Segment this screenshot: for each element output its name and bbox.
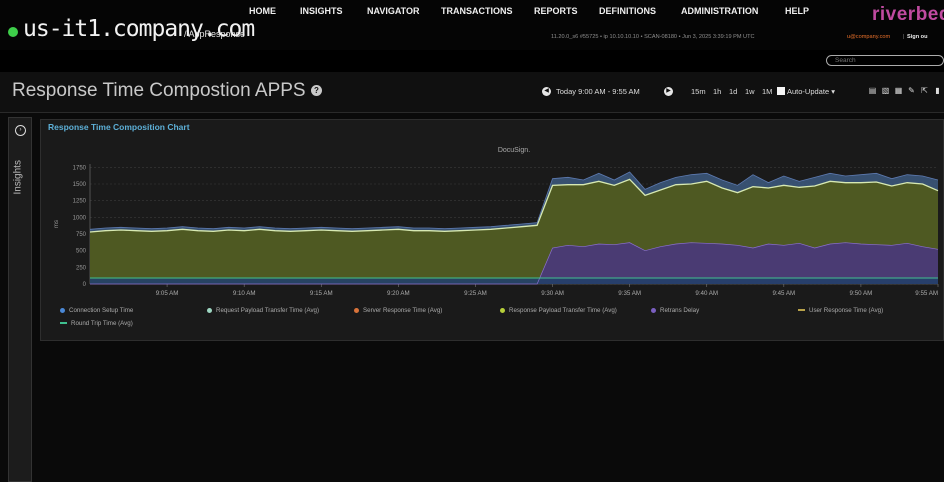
legend-item[interactable]: Response Payload Transfer Time (Avg) — [500, 307, 617, 314]
x-tick-label: 9:05 AM — [156, 290, 179, 297]
legend-marker — [60, 307, 65, 313]
range-option-1w[interactable]: 1w — [745, 87, 755, 96]
header-separator: | — [903, 34, 905, 40]
x-tick-label: 9:20 AM — [387, 290, 410, 297]
y-tick-label: 750 — [76, 232, 87, 238]
user-link[interactable]: u@company.com — [847, 34, 890, 40]
chart-title: DocuSign. — [498, 147, 530, 154]
time-next-icon[interactable]: ▶ — [664, 87, 673, 96]
y-tick-label: 1750 — [73, 165, 87, 171]
time-range-label[interactable]: Today 9:00 AM - 9:55 AM — [556, 87, 640, 96]
main-nav — [0, 50, 944, 73]
time-prev-icon[interactable]: ◀ — [542, 87, 551, 96]
x-tick-label: 9:55 AM — [915, 290, 938, 297]
legend-item[interactable]: User Response Time (Avg) — [798, 307, 883, 314]
brand-logo: riverbed — [872, 4, 944, 25]
x-tick-label: 9:30 AM — [541, 290, 564, 297]
legend-item[interactable]: Server Response Time (Avg) — [354, 307, 442, 314]
range-option-1d[interactable]: 1d — [729, 87, 737, 96]
x-tick-label: 9:45 AM — [772, 290, 795, 297]
nav-reports[interactable]: REPORTS — [534, 6, 578, 16]
legend-marker — [798, 309, 805, 312]
legend-label: User Response Time (Avg) — [809, 307, 884, 314]
legend-label: Request Payload Transfer Time (Avg) — [216, 307, 320, 314]
range-option-15m[interactable]: 15m — [691, 87, 706, 96]
x-tick-label: 9:50 AM — [850, 290, 873, 297]
wrench-icon[interactable]: ✎ — [907, 86, 916, 96]
legend-marker — [207, 307, 212, 313]
auto-update-dropdown[interactable]: Auto-Update ▾ — [787, 87, 835, 96]
x-tick-label: 9:35 AM — [618, 290, 641, 297]
app-path: / AppResponse — [184, 29, 246, 39]
range-option-1h[interactable]: 1h — [713, 87, 721, 96]
x-tick-label: 9:10 AM — [233, 290, 256, 297]
range-option-1M[interactable]: 1M — [762, 87, 772, 96]
legend-item[interactable]: Round Trip Time (Avg) — [60, 320, 133, 327]
nav-definitions[interactable]: DEFINITIONS — [599, 6, 656, 16]
nav-help[interactable]: HELP — [785, 6, 809, 16]
y-tick-label: 0 — [83, 282, 87, 288]
nav-home[interactable]: HOME — [249, 6, 276, 16]
nav-navigator[interactable]: NAVIGATOR — [367, 6, 420, 16]
sidebar-expand-icon[interactable]: › — [15, 125, 26, 136]
y-tick-label: 1000 — [73, 215, 87, 221]
print-icon[interactable]: ▦ — [894, 86, 903, 96]
pdf-icon[interactable]: ▧ — [881, 86, 890, 96]
series-area-connection-setup — [90, 278, 938, 284]
nav-administration[interactable]: ADMINISTRATION — [681, 6, 758, 16]
y-tick-label: 1500 — [73, 182, 87, 188]
page-title: Response Time Compostion APPS — [12, 80, 306, 101]
legend-label: Server Response Time (Avg) — [363, 307, 443, 314]
legend-item[interactable]: Request Payload Transfer Time (Avg) — [207, 307, 319, 314]
auto-update-checkbox[interactable] — [777, 87, 785, 95]
y-tick-label: 1250 — [73, 199, 87, 205]
legend-label: Connection Setup Time — [69, 307, 134, 314]
sign-out-link[interactable]: Sign ou — [907, 34, 928, 40]
sidebar-label[interactable]: Insights — [13, 160, 24, 194]
status-indicator-icon — [8, 27, 18, 37]
more-icon[interactable]: ▮ — [933, 86, 942, 96]
nav-insights[interactable]: INSIGHTS — [300, 6, 343, 16]
question-circle-icon[interactable]: ? — [311, 85, 322, 96]
x-tick-label: 9:40 AM — [695, 290, 718, 297]
legend-marker — [354, 307, 359, 313]
legend-label: Round Trip Time (Avg) — [71, 320, 133, 327]
x-tick-label: 9:15 AM — [310, 290, 333, 297]
y-tick-label: 250 — [76, 265, 87, 271]
y-axis-label: ms — [54, 220, 60, 228]
external-link-icon[interactable]: ⇱ — [920, 86, 929, 96]
legend-item[interactable]: Connection Setup Time — [60, 307, 133, 314]
save-icon[interactable]: ▤ — [868, 86, 877, 96]
legend-label: Retrans Delay — [660, 307, 700, 314]
y-tick-label: 500 — [76, 249, 87, 255]
legend-item[interactable]: Retrans Delay — [651, 307, 699, 314]
legend-marker — [651, 307, 656, 313]
x-tick-label: 9:25 AM — [464, 290, 487, 297]
legend-marker — [60, 322, 67, 325]
nav-transactions[interactable]: TRANSACTIONS — [441, 6, 513, 16]
legend-marker — [500, 307, 505, 313]
system-info: 11.20.0_s6 #55725 • ip 10.10.10.10 • SCA… — [551, 34, 755, 40]
legend-label: Response Payload Transfer Time (Avg) — [509, 307, 617, 314]
panel-title: Response Time Composition Chart — [48, 122, 190, 132]
search-input[interactable] — [826, 55, 944, 66]
